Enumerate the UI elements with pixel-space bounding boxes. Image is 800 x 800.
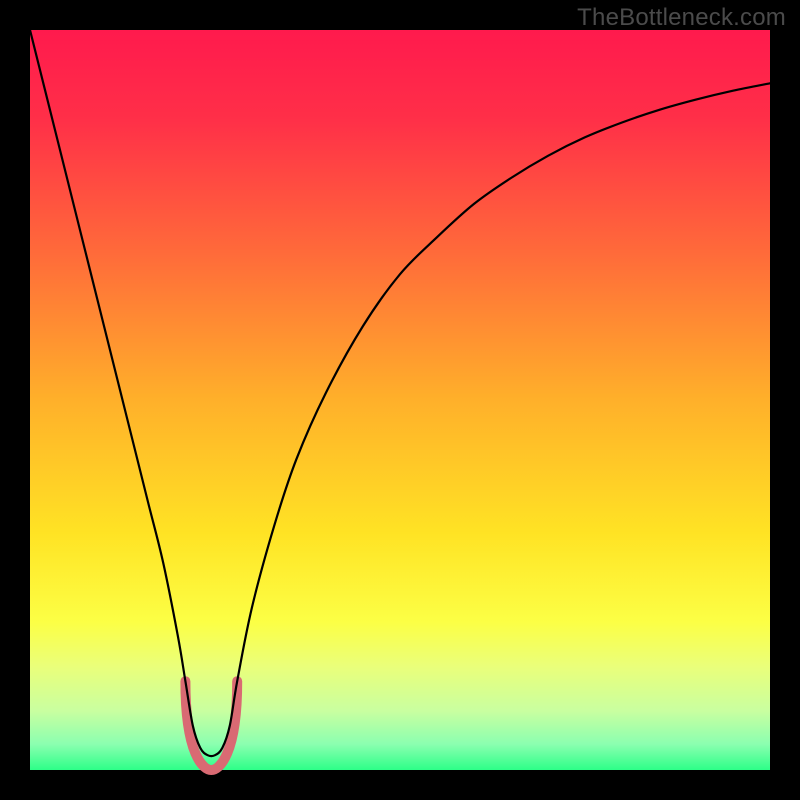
- chart-frame: TheBottleneck.com: [0, 0, 800, 800]
- watermark-text: TheBottleneck.com: [577, 4, 786, 32]
- bottleneck-plot: [0, 0, 800, 800]
- plot-background: [30, 30, 770, 770]
